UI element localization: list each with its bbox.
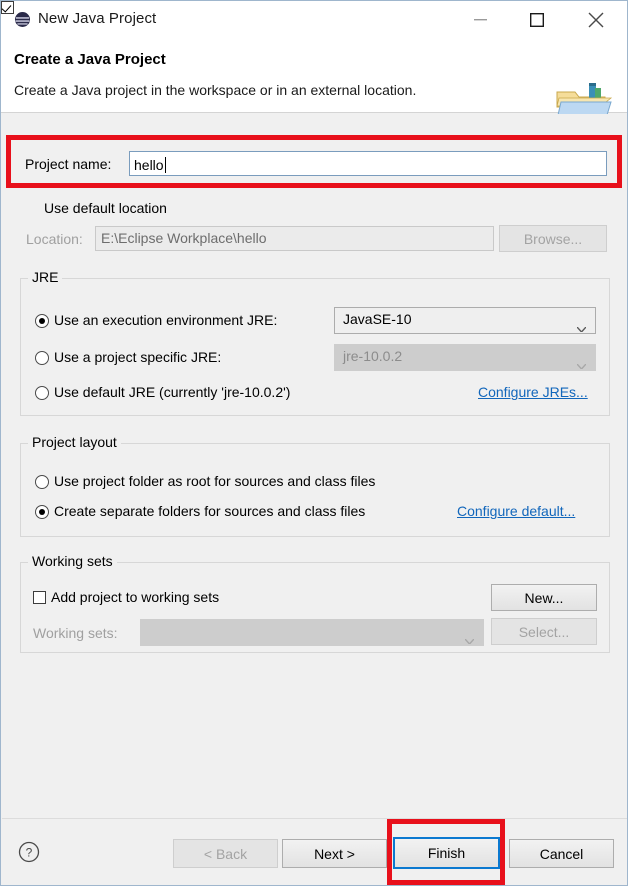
radio-default-jre-label: Use default JRE (currently 'jre-10.0.2') [54, 384, 291, 400]
radio-default-jre[interactable] [35, 386, 49, 400]
working-sets-label: Working sets: [33, 625, 118, 641]
execution-environment-value: JavaSE-10 [343, 311, 412, 327]
jre-group-title: JRE [28, 269, 63, 285]
new-java-project-dialog: New Java Project Create a Java Project C… [0, 0, 628, 886]
title-bar: New Java Project [1, 1, 627, 38]
radio-project-folder-root[interactable] [35, 475, 49, 489]
new-working-set-button[interactable]: New... [491, 584, 597, 611]
browse-button: Browse... [499, 225, 607, 252]
finish-button[interactable]: Finish [393, 837, 500, 869]
use-default-location-label: Use default location [44, 200, 167, 216]
wizard-banner: Create a Java Project Create a Java proj… [1, 38, 627, 129]
project-specific-jre-value: jre-10.0.2 [343, 348, 403, 364]
eclipse-icon [14, 11, 31, 28]
radio-project-folder-root-label: Use project folder as root for sources a… [54, 473, 376, 489]
radio-separate-folders-label: Create separate folders for sources and … [54, 503, 366, 519]
radio-project-specific-jre[interactable] [35, 351, 49, 365]
minimize-button[interactable] [457, 1, 503, 38]
project-name-value: hello [134, 156, 164, 173]
project-specific-jre-combo: jre-10.0.2 [334, 344, 596, 371]
close-icon[interactable] [573, 1, 619, 38]
radio-execution-environment-jre-label: Use an execution environment JRE: [54, 312, 278, 328]
project-name-input[interactable]: hello [129, 151, 607, 176]
help-icon[interactable]: ? [18, 841, 40, 863]
cancel-button[interactable]: Cancel [509, 839, 614, 868]
window-title: New Java Project [38, 10, 157, 27]
add-project-to-working-sets-label: Add project to working sets [51, 589, 220, 605]
chevron-down-icon [576, 319, 587, 333]
chevron-down-icon [576, 356, 587, 370]
location-label: Location: [26, 231, 83, 247]
configure-jres-link[interactable]: Configure JREs... [478, 384, 588, 400]
radio-execution-environment-jre[interactable] [35, 314, 49, 328]
use-default-location-checkbox[interactable] [1, 1, 14, 14]
working-sets-combo [140, 619, 484, 646]
add-project-to-working-sets-checkbox[interactable] [33, 591, 46, 604]
back-button: < Back [173, 839, 278, 868]
radio-project-specific-jre-label: Use a project specific JRE: [54, 349, 222, 365]
configure-default-link[interactable]: Configure default... [457, 503, 575, 519]
next-button[interactable]: Next > [282, 839, 387, 868]
chevron-down-icon [464, 631, 475, 645]
maximize-button[interactable] [514, 1, 560, 38]
text-caret [164, 156, 166, 173]
project-layout-group-title: Project layout [28, 434, 121, 450]
project-name-label: Project name: [25, 156, 112, 172]
working-sets-group-title: Working sets [28, 553, 117, 569]
radio-separate-folders[interactable] [35, 505, 49, 519]
execution-environment-combo[interactable]: JavaSE-10 [334, 307, 596, 334]
project-layout-group [20, 443, 610, 537]
svg-text:?: ? [26, 846, 33, 860]
select-working-sets-button: Select... [491, 618, 597, 645]
page-title: Create a Java Project [14, 51, 166, 68]
page-description: Create a Java project in the workspace o… [14, 82, 417, 98]
location-input: E:\Eclipse Workplace\hello [95, 226, 494, 251]
